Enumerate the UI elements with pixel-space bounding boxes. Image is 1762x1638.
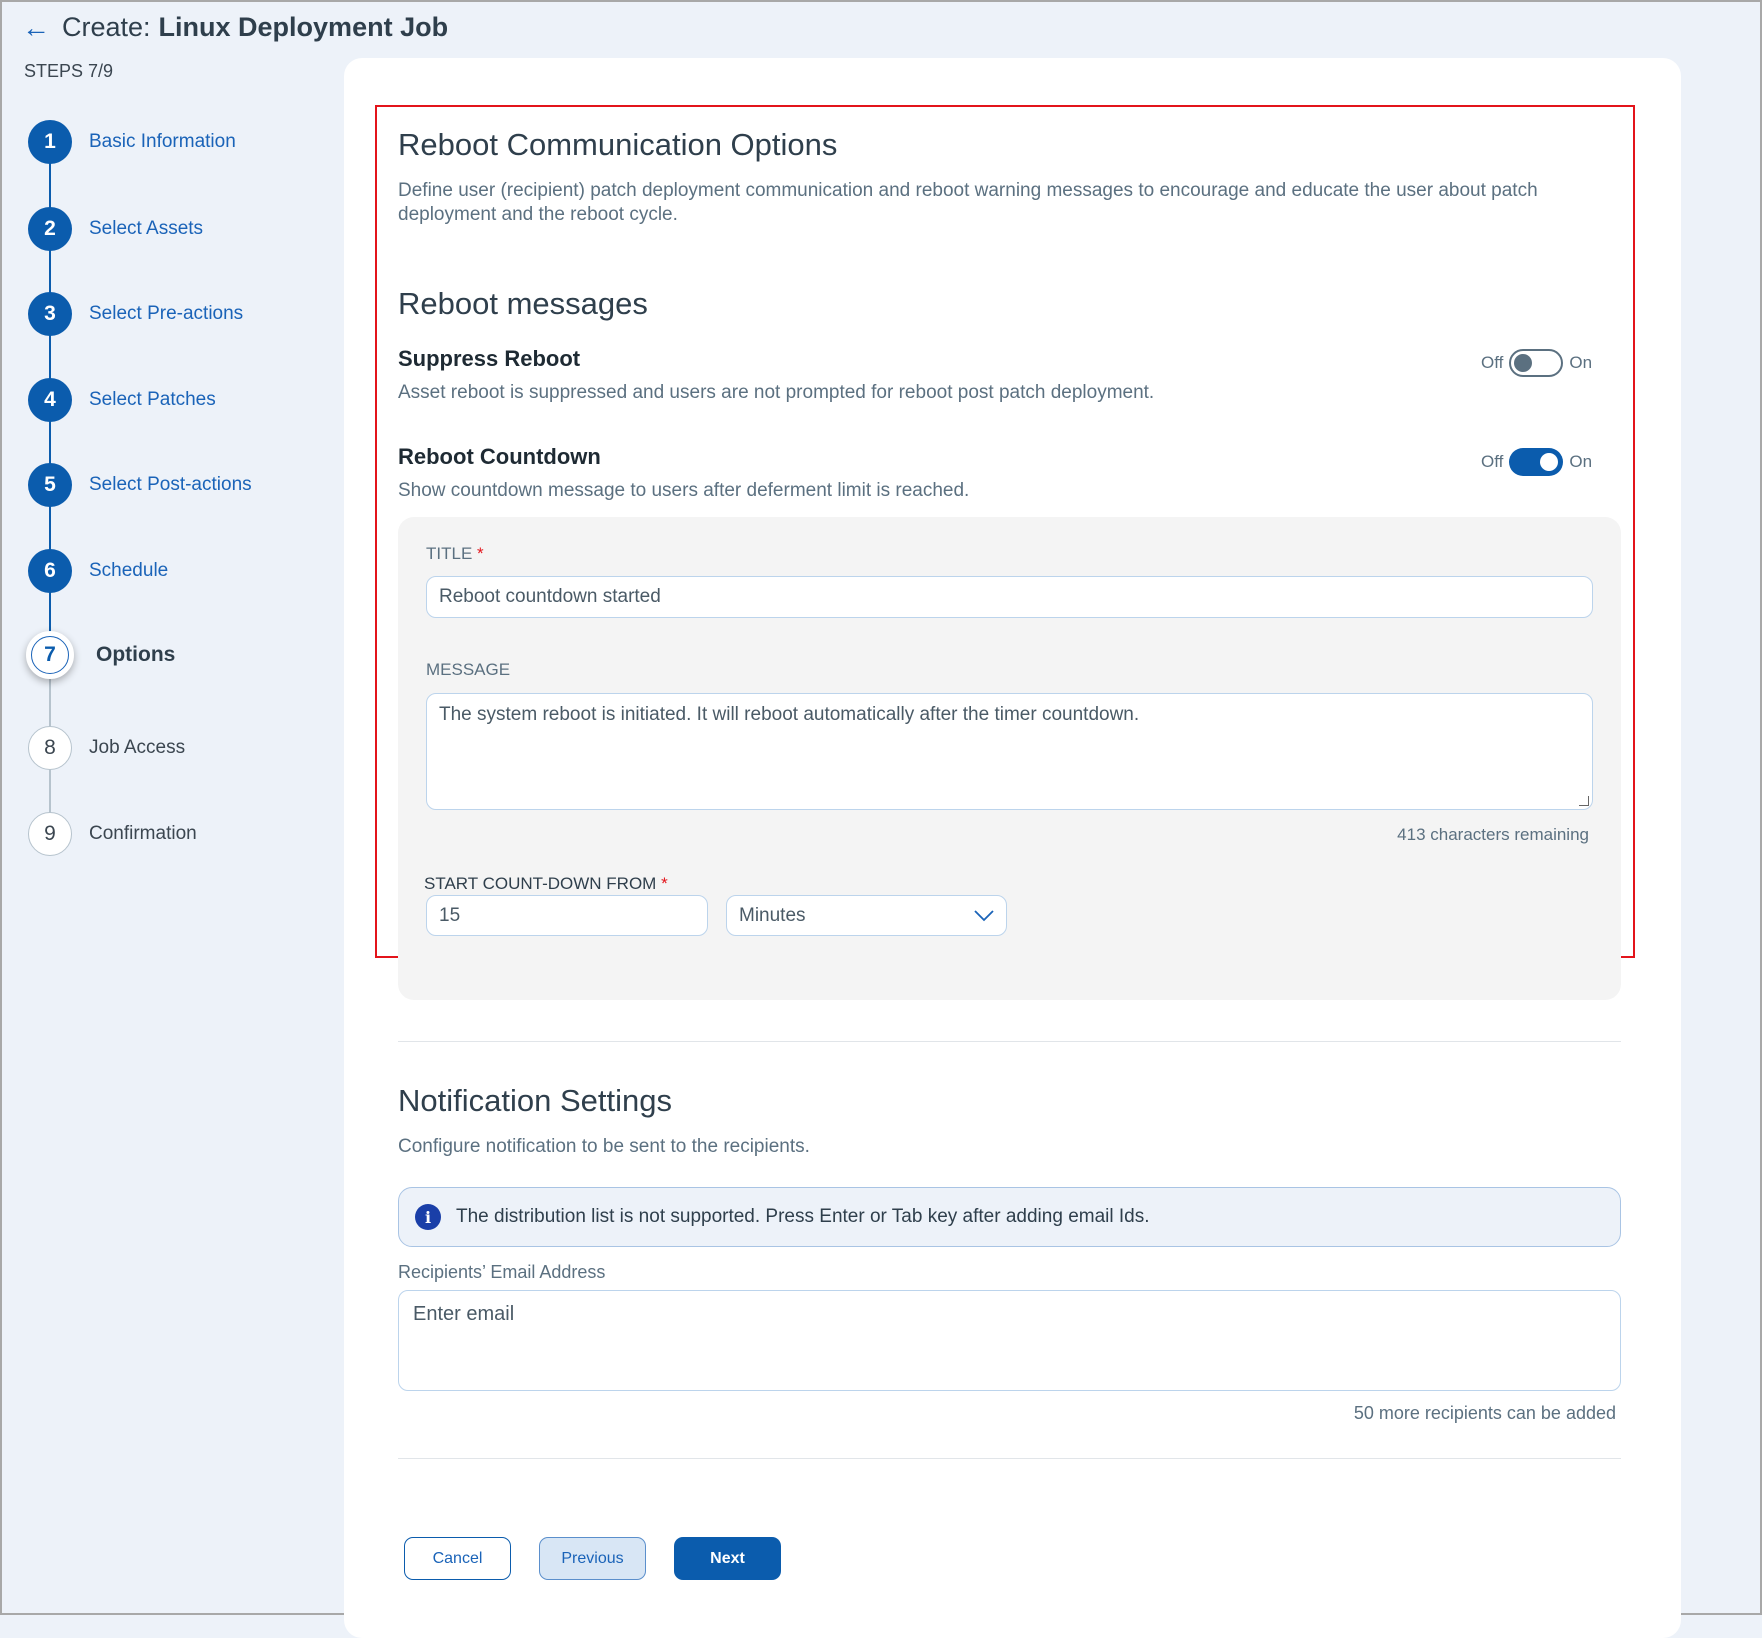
title-label: TITLE *	[426, 544, 484, 563]
selected-unit: Minutes	[739, 904, 806, 926]
title-input[interactable]: Reboot countdown started	[426, 576, 1593, 618]
chars-remaining: 413 characters remaining	[1397, 825, 1589, 844]
back-arrow-icon[interactable]: ←	[22, 12, 50, 44]
next-button[interactable]: Next	[674, 1537, 781, 1580]
toggle-on-label: On	[1569, 353, 1593, 372]
email-input[interactable]: Enter email	[398, 1290, 1621, 1391]
toggle-switch[interactable]	[1509, 349, 1564, 377]
reboot-countdown-toggle[interactable]: Off On	[1481, 448, 1592, 476]
toggle-on-label: On	[1569, 452, 1593, 471]
step-8-circle: 8	[28, 726, 72, 770]
notification-desc: Configure notification to be sent to the…	[398, 1136, 810, 1157]
notification-title: Notification Settings	[398, 1083, 672, 1118]
suppress-reboot-toggle[interactable]: Off On	[1481, 349, 1592, 377]
section-title: Reboot Communication Options	[398, 127, 838, 162]
step-2-circle[interactable]: 2	[28, 207, 72, 251]
cancel-button[interactable]: Cancel	[404, 1537, 511, 1580]
email-label: Recipients’ Email Address	[398, 1262, 606, 1282]
step-3-circle[interactable]: 3	[28, 292, 72, 336]
info-text: The distribution list is not supported. …	[456, 1206, 1150, 1227]
suppress-reboot-title: Suppress Reboot	[398, 346, 581, 371]
info-icon: i	[415, 1204, 441, 1230]
step-6-circle[interactable]: 6	[28, 549, 72, 593]
info-banner: i The distribution list is not supported…	[398, 1187, 1621, 1247]
toggle-off-label: Off	[1481, 353, 1504, 372]
step-5-circle[interactable]: 5	[28, 463, 72, 507]
divider	[398, 1458, 1621, 1459]
step-7-circle: 7	[26, 631, 74, 679]
step-6-label[interactable]: Schedule	[89, 560, 168, 582]
message-label: MESSAGE	[426, 660, 511, 679]
step-1-circle[interactable]: 1	[28, 120, 72, 164]
resize-handle-icon[interactable]	[1579, 796, 1589, 806]
step-2-label[interactable]: Select Assets	[89, 218, 203, 240]
message-textarea[interactable]: The system reboot is initiated. It will …	[426, 693, 1593, 810]
toggle-off-label: Off	[1481, 452, 1504, 471]
steps-counter: STEPS 7/9	[24, 61, 114, 81]
reboot-countdown-desc: Show countdown message to users after de…	[398, 480, 970, 501]
step-9-label: Confirmation	[89, 823, 197, 844]
step-4-label[interactable]: Select Patches	[89, 389, 216, 411]
section-desc: Define user (recipient) patch deployment…	[398, 180, 1538, 225]
title-prefix: Create:	[62, 12, 151, 42]
reboot-messages-title: Reboot messages	[398, 286, 648, 321]
countdown-unit-select[interactable]: Minutes	[726, 895, 1007, 936]
job-title: Linux Deployment Job	[158, 12, 449, 42]
step-5-label[interactable]: Select Post-actions	[89, 474, 252, 496]
countdown-value-input[interactable]: 15	[426, 895, 708, 936]
start-countdown-label: START COUNT-DOWN FROM *	[424, 874, 668, 893]
previous-button[interactable]: Previous	[539, 1537, 646, 1580]
toggle-switch[interactable]	[1509, 448, 1564, 476]
step-8-label: Job Access	[89, 737, 186, 758]
step-1-label[interactable]: Basic Information	[89, 131, 236, 153]
step-4-circle[interactable]: 4	[28, 378, 72, 422]
step-3-label[interactable]: Select Pre-actions	[89, 303, 243, 325]
recipients-remaining: 50 more recipients can be added	[1353, 1403, 1616, 1423]
step-9-circle: 9	[28, 812, 72, 856]
step-7-label: Options	[96, 643, 176, 666]
divider	[398, 1041, 1621, 1042]
page-title: Create: Linux Deployment Job	[62, 12, 448, 43]
chevron-down-icon	[974, 909, 994, 921]
suppress-reboot-desc: Asset reboot is suppressed and users are…	[398, 382, 1155, 403]
reboot-countdown-title: Reboot Countdown	[398, 444, 601, 469]
